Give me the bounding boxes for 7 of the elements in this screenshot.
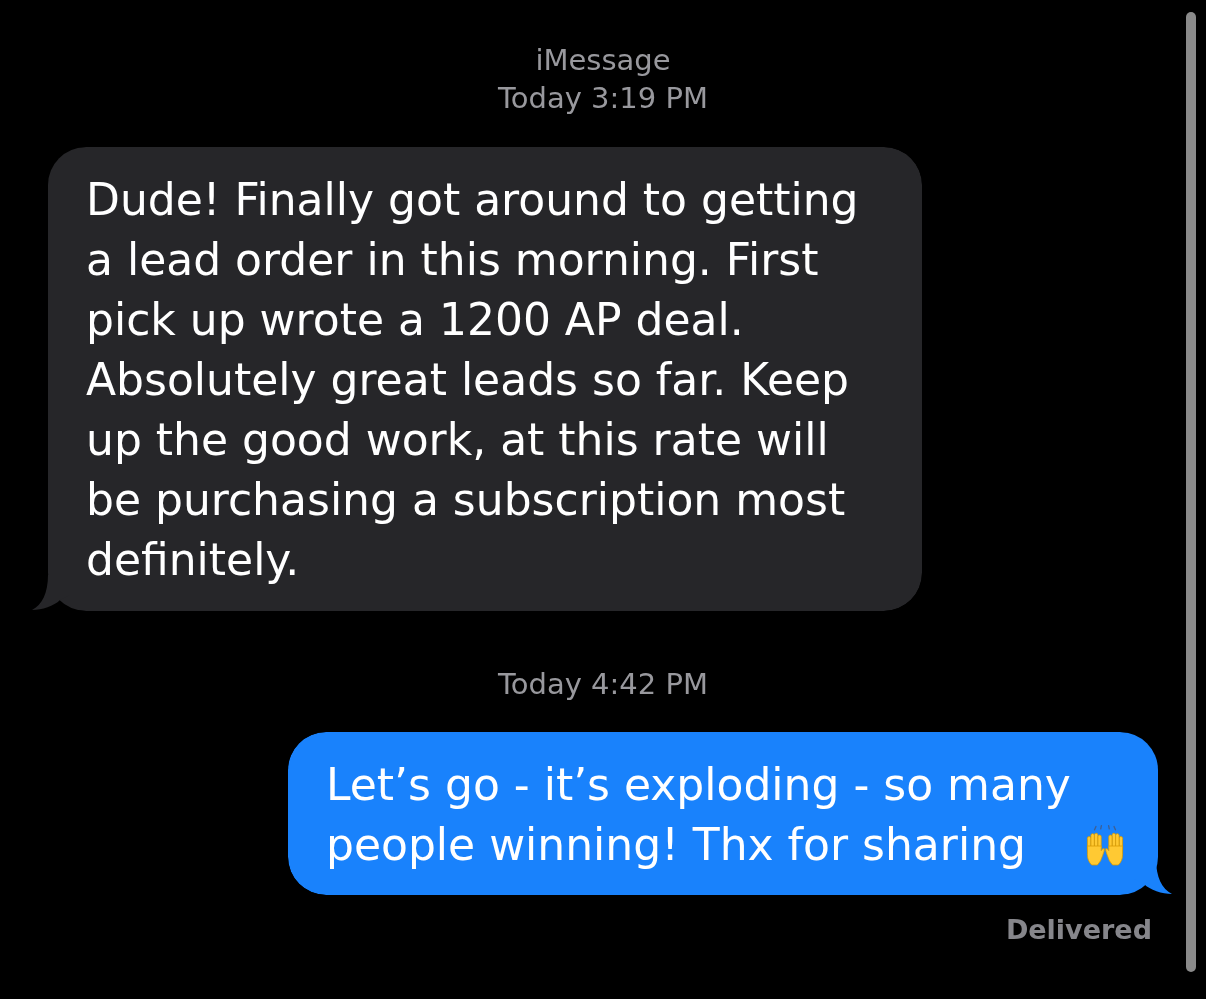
delivery-status: Delivered: [1005, 913, 1152, 947]
message-text: Dude! Finally got around to getting a lead order in this morning. First pick up wrote a 1200 AP deal. Absolutely great leads so far. Keep up the good work, at this rate will be purchasing a subscription most definitely.: [86, 173, 860, 587]
scrollbar-thumb[interactable]: [1186, 12, 1196, 972]
timestamp: Today 4:42 PM: [498, 666, 708, 703]
message-text: Let’s go - it’s exploding - so many people winning! Thx for sharing: [326, 758, 1072, 872]
timestamp: Today 3:19 PM: [498, 80, 708, 117]
service-label: iMessage: [535, 42, 671, 79]
